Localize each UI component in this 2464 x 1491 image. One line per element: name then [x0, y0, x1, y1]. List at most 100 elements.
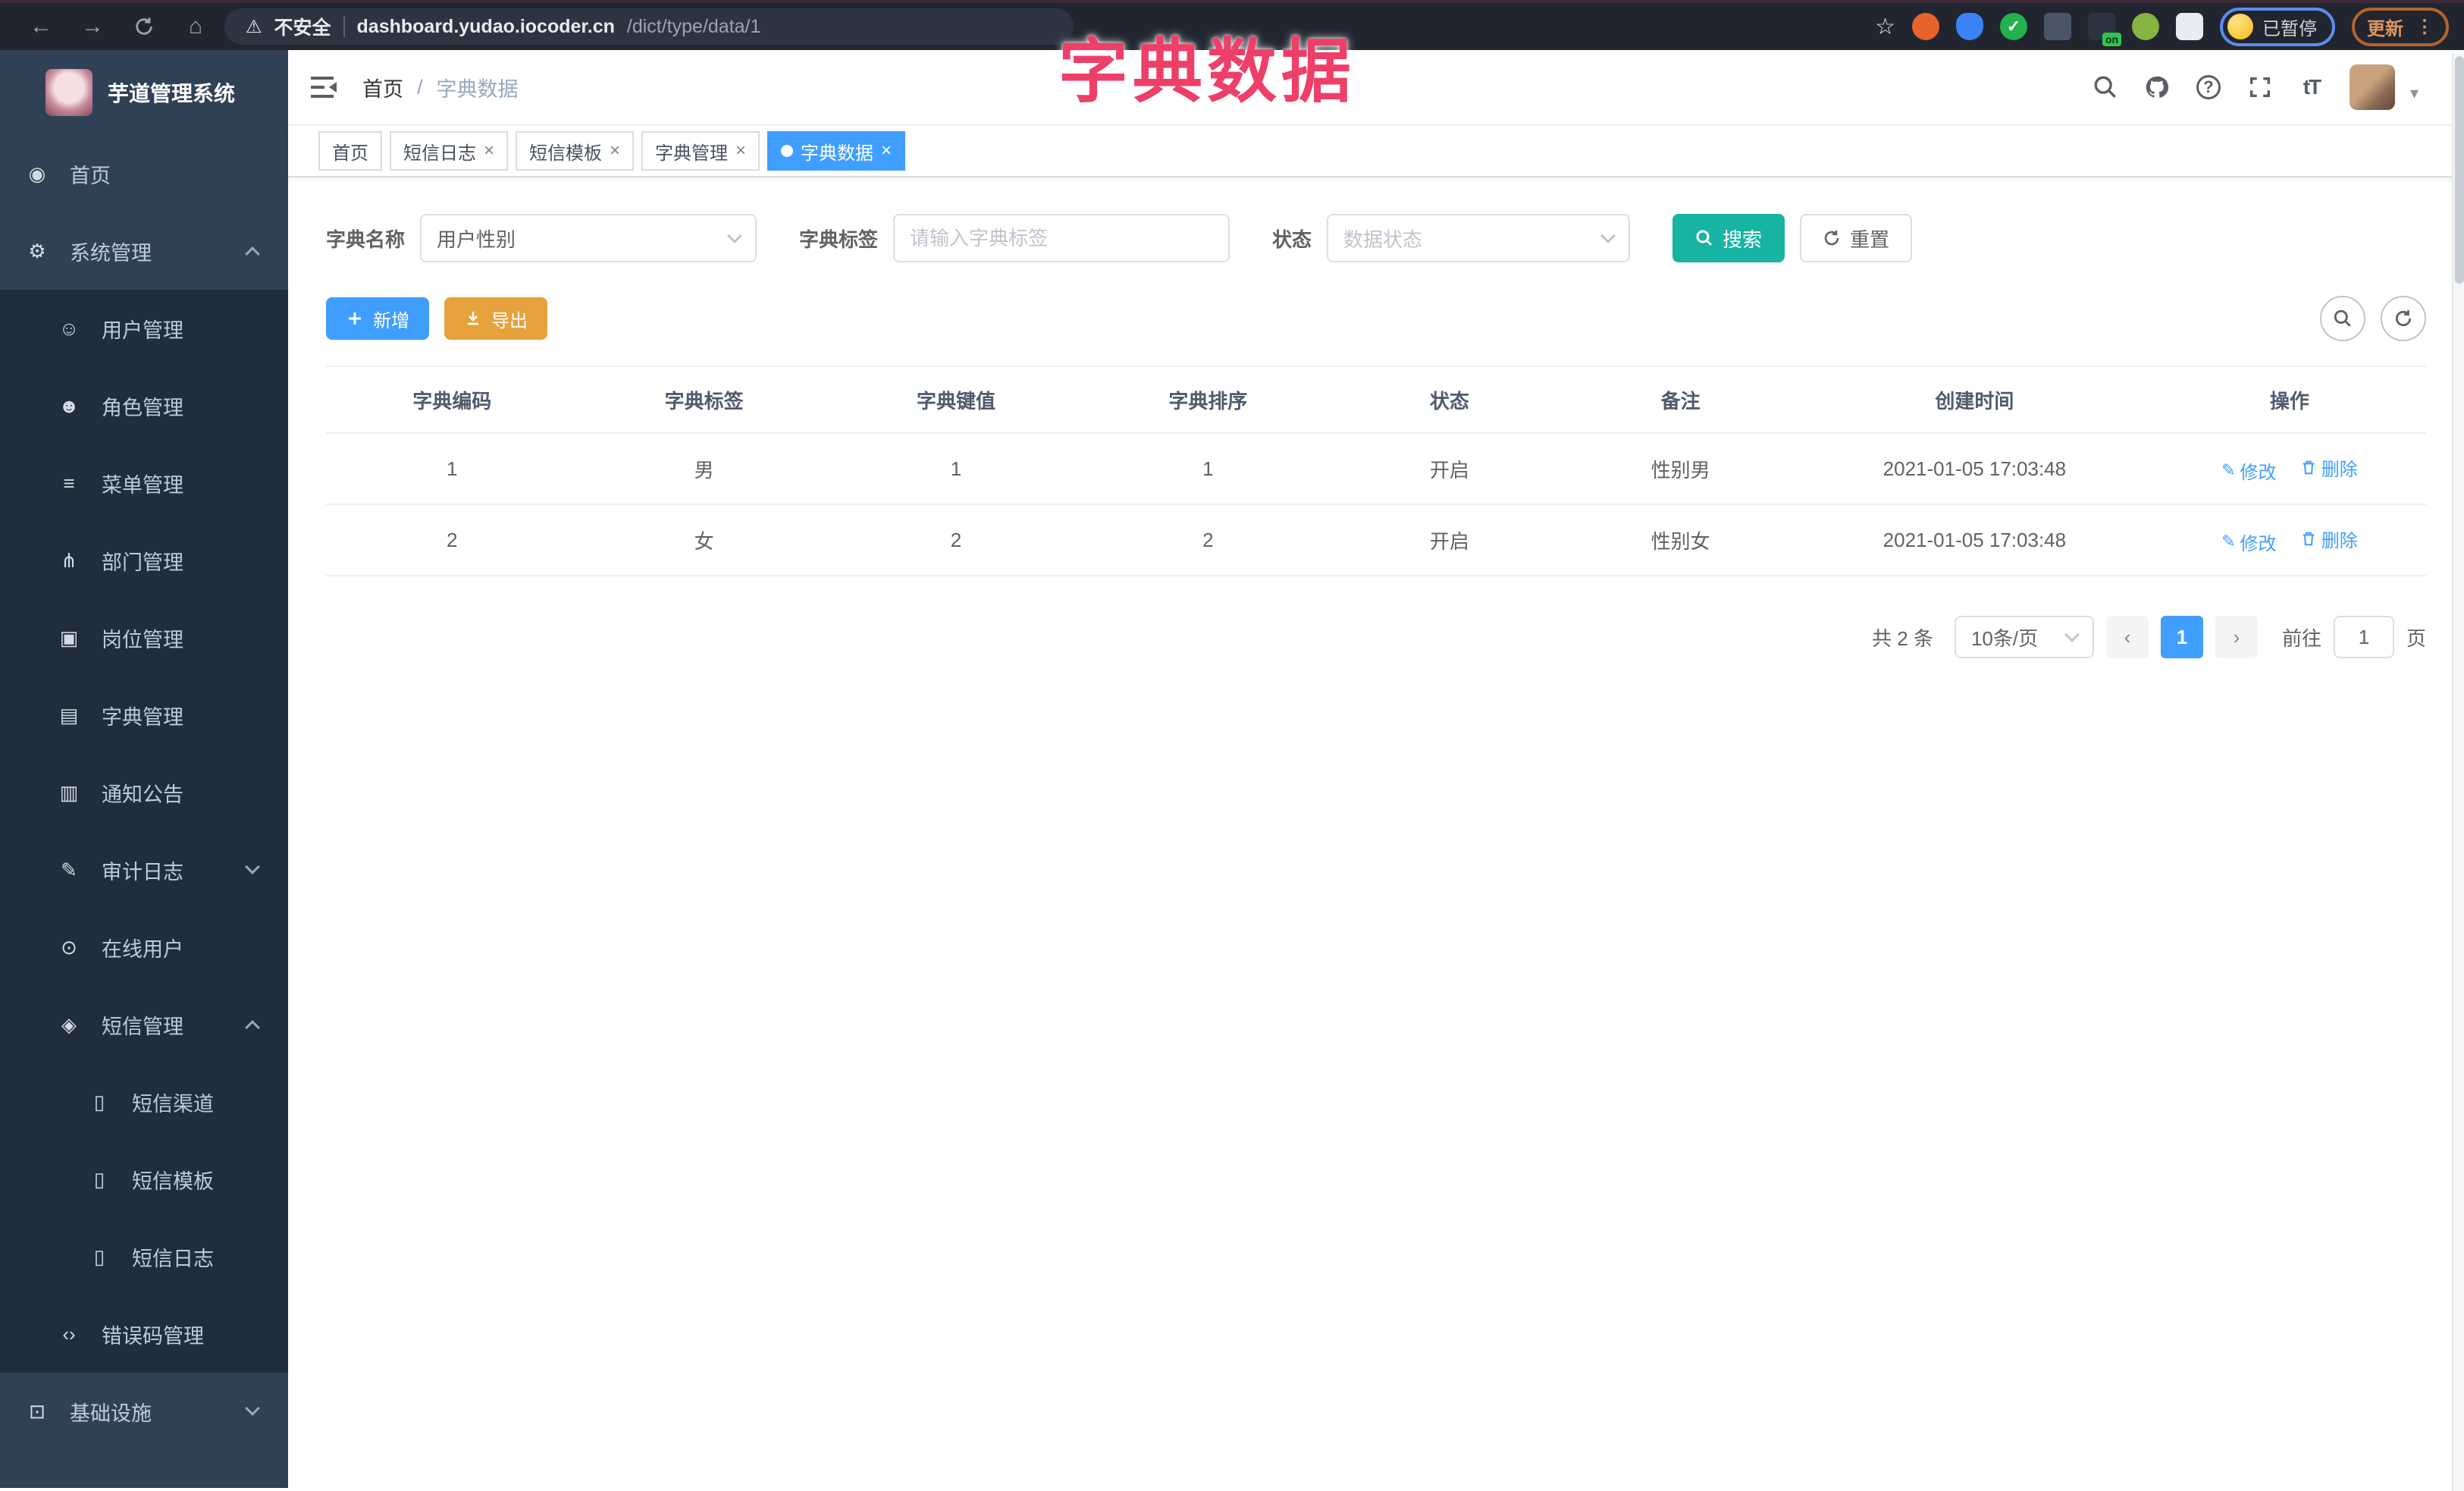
plus-icon	[349, 312, 361, 325]
extension-icon-blue-drop[interactable]	[1956, 13, 1983, 40]
extension-icon-leaf[interactable]	[2132, 13, 2159, 40]
search-button[interactable]: 搜索	[1672, 214, 1785, 262]
font-size-icon[interactable]: tT	[2298, 74, 2325, 101]
extensions-puzzle-icon[interactable]	[2176, 13, 2203, 40]
prev-page-button[interactable]: ‹	[2105, 616, 2149, 658]
breadcrumb-current: 字典数据	[436, 77, 519, 101]
sidebar-item-sms-template[interactable]: ▯ 短信模板	[0, 1141, 288, 1218]
cell-status: 开启	[1334, 433, 1566, 505]
breadcrumb-home[interactable]: 首页	[362, 73, 403, 102]
dict-name-select[interactable]: 用户性别	[420, 214, 757, 262]
page-content: 字典名称 用户性别 字典标签 状态 数据状态	[288, 177, 2464, 1488]
cell-remark: 性别男	[1565, 433, 1796, 505]
export-button-label: 导出	[491, 310, 528, 331]
user-avatar[interactable]	[2349, 64, 2395, 110]
scrollbar-thumb[interactable]	[2455, 56, 2464, 284]
status-label: 状态	[1272, 228, 1312, 251]
tab-sms-log[interactable]: 短信日志 ×	[390, 131, 509, 171]
sidebar-logo[interactable]: 芋道管理系统	[0, 50, 288, 135]
extension-icon-orange[interactable]	[1912, 13, 1939, 40]
col-dict-value: 字典键值	[829, 366, 1083, 434]
edit-link[interactable]: ✎ 修改	[2221, 529, 2276, 555]
page-size-select[interactable]: 10条/页	[1954, 616, 2094, 658]
add-button[interactable]: 新增	[326, 297, 429, 340]
sidebar-item-audit-log[interactable]: ✎ 审计日志	[0, 831, 288, 909]
search-button-label: 搜索	[1723, 228, 1763, 251]
edit-square-icon: ✎	[61, 858, 77, 881]
search-icon[interactable]	[2092, 74, 2119, 101]
browser-profile-chip[interactable]: 已暂停	[2220, 7, 2335, 46]
close-icon[interactable]: ×	[610, 140, 620, 162]
sidebar-item-sms-management[interactable]: ◈ 短信管理	[0, 986, 288, 1063]
page-number-1[interactable]: 1	[2160, 616, 2203, 658]
code-icon: ‹›	[62, 1322, 76, 1345]
monitor-icon: ⊡	[29, 1399, 45, 1423]
sidebar-item-system-management[interactable]: ⚙ 系统管理	[0, 212, 288, 290]
tab-home[interactable]: 首页	[318, 131, 382, 171]
delete-link[interactable]: 删除	[2300, 526, 2358, 552]
close-icon[interactable]: ×	[735, 140, 746, 162]
toggle-search-button[interactable]	[2320, 296, 2365, 341]
goto-page-field[interactable]	[2333, 616, 2394, 658]
goto-page-input[interactable]	[2350, 625, 2378, 649]
sidebar-item-sms-log[interactable]: ▯ 短信日志	[0, 1218, 288, 1295]
dict-label-label: 字典标签	[799, 228, 879, 251]
dict-label-field[interactable]	[893, 214, 1230, 262]
question-glyph: ?	[2196, 75, 2221, 99]
sidebar-item-dept-management[interactable]: ⋔ 部门管理	[0, 522, 288, 599]
next-page-button[interactable]: ›	[2215, 616, 2258, 658]
sidebar-item-user-management[interactable]: ☺ 用户管理	[0, 290, 288, 367]
edit-link[interactable]: ✎ 修改	[2221, 457, 2276, 484]
status-select[interactable]: 数据状态	[1327, 214, 1631, 262]
sidebar-item-notice[interactable]: ▥ 通知公告	[0, 754, 288, 831]
sidebar-item-errorcode-management[interactable]: ‹› 错误码管理	[0, 1295, 288, 1373]
tab-label: 短信日志	[403, 143, 476, 164]
sidebar-item-role-management[interactable]: ☻ 角色管理	[0, 367, 288, 444]
reset-button[interactable]: 重置	[1800, 214, 1913, 262]
browser-forward-icon[interactable]: →	[79, 14, 106, 39]
address-bar[interactable]: ⚠ 不安全 dashboard.yudao.iocoder.cn/dict/ty…	[224, 8, 1074, 45]
sidebar-item-home[interactable]: ◉ 首页	[0, 135, 288, 212]
fullscreen-icon[interactable]	[2246, 74, 2274, 101]
tab-sms-template[interactable]: 短信模板 ×	[516, 131, 635, 171]
refresh-table-button[interactable]	[2381, 296, 2426, 341]
url-domain[interactable]: dashboard.yudao.iocoder.cn	[357, 16, 615, 38]
browser-back-icon[interactable]: ←	[27, 14, 55, 39]
browser-update-button[interactable]: 更新 ⋮	[2352, 7, 2449, 46]
sidebar-item-online-users[interactable]: ⊙ 在线用户	[0, 909, 288, 986]
delete-link[interactable]: 删除	[2300, 454, 2358, 481]
tab-label: 首页	[332, 143, 368, 164]
col-dict-code: 字典编码	[326, 366, 578, 434]
security-label[interactable]: 不安全	[274, 13, 331, 40]
tab-dict-data[interactable]: 字典数据 ×	[767, 131, 906, 171]
cell-value: 1	[829, 433, 1083, 505]
close-icon[interactable]: ×	[881, 140, 892, 162]
search-icon	[2334, 309, 2351, 327]
page-scrollbar[interactable]	[2452, 53, 2464, 1491]
extension-icon-green-check[interactable]: ✓	[2000, 13, 2027, 40]
pagination: 共 2 条 10条/页 ‹ 1 › 前往 页	[326, 616, 2426, 658]
avatar-caret-icon[interactable]: ▾	[2410, 83, 2419, 103]
sidebar-item-menu-management[interactable]: ≡ 菜单管理	[0, 444, 288, 522]
browser-reload-icon[interactable]	[130, 16, 158, 37]
extension-icon-gem[interactable]	[2044, 13, 2071, 40]
close-icon[interactable]: ×	[484, 140, 494, 162]
breadcrumb-separator: /	[417, 75, 423, 99]
sidebar-item-post-management[interactable]: ▣ 岗位管理	[0, 599, 288, 676]
extension-icon-dark[interactable]: on	[2088, 13, 2121, 46]
browser-menu-icon[interactable]: ⋮	[2415, 16, 2434, 38]
export-button[interactable]: 导出	[444, 297, 547, 340]
browser-home-icon[interactable]: ⌂	[182, 14, 209, 39]
github-icon[interactable]	[2143, 74, 2171, 101]
sidebar-item-dict-management[interactable]: ▤ 字典管理	[0, 676, 288, 754]
bookmark-star-icon[interactable]: ☆	[1875, 14, 1895, 40]
tab-dict-management[interactable]: 字典管理 ×	[641, 131, 760, 171]
search-form: 字典名称 用户性别 字典标签 状态 数据状态	[326, 214, 2426, 262]
sidebar-item-infrastructure[interactable]: ⊡ 基础设施	[0, 1373, 288, 1450]
sidebar-item-sms-channel[interactable]: ▯ 短信渠道	[0, 1063, 288, 1141]
sidebar-collapse-icon[interactable]	[311, 75, 338, 99]
dict-label-input[interactable]	[910, 226, 1214, 250]
url-path: /dict/type/data/1	[626, 15, 761, 37]
help-icon[interactable]: ?	[2195, 74, 2222, 101]
dashboard-icon: ◉	[28, 162, 46, 185]
